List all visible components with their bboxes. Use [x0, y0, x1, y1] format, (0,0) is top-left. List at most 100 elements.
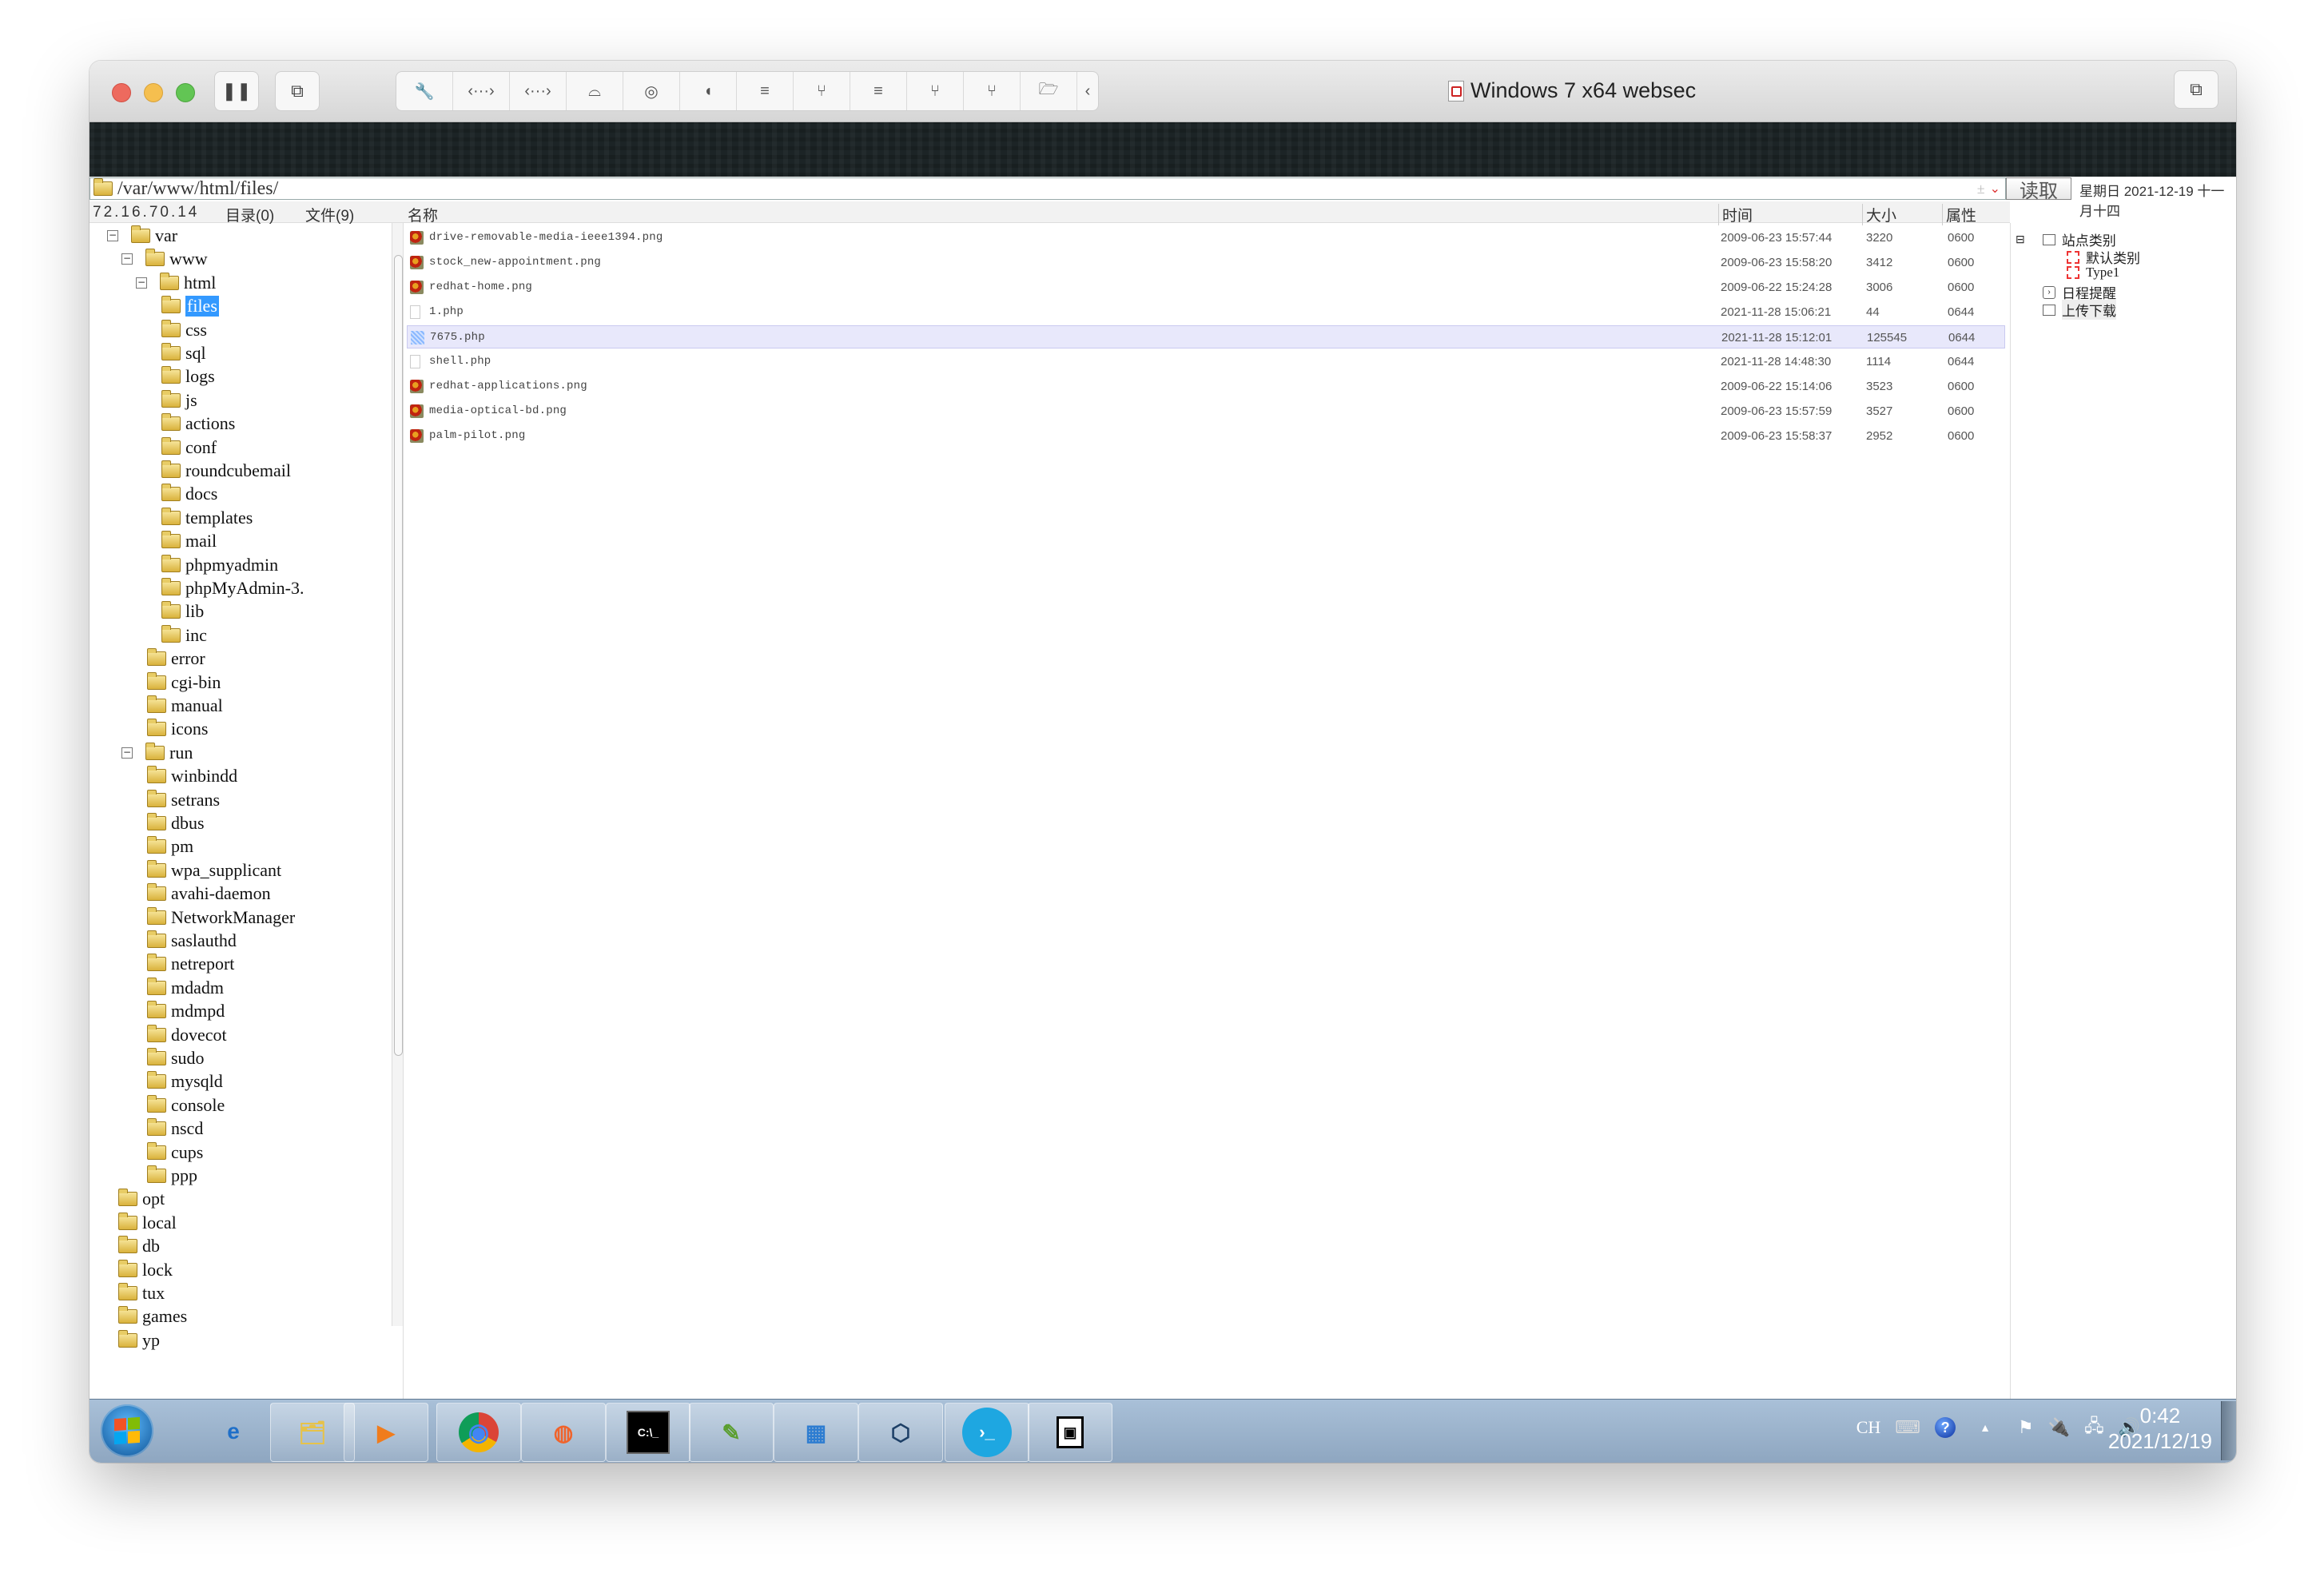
minimize-window-button[interactable] [144, 83, 163, 102]
usb-button[interactable]: ⑂ [907, 72, 964, 110]
path-input[interactable]: /var/www/html/files/ ± ⌄ [90, 177, 2006, 200]
tree-item[interactable]: − html [136, 272, 216, 294]
tree-item[interactable]: opt [118, 1188, 165, 1210]
file-row[interactable]: redhat-applications.png 2009-06-22 15:14:… [407, 375, 2005, 398]
file-row[interactable]: redhat-home.png 2009-06-22 15:24:28 3006 06… [407, 276, 2005, 299]
file-row[interactable]: drive-removable-media-ieee1394.png 2009-0… [407, 226, 2005, 249]
tree-item[interactable]: winbindd [147, 765, 237, 787]
column-name[interactable]: 名称 [408, 204, 438, 225]
tree-item[interactable]: yp [118, 1329, 160, 1352]
tree-item[interactable]: cgi-bin [147, 671, 221, 694]
tree-item[interactable]: lib [161, 600, 204, 623]
show-hidden-icons-arrow[interactable]: ▲ [1980, 1421, 1991, 1434]
upload-download-node[interactable]: 上传下载 [2043, 300, 2116, 320]
tree-item[interactable]: games [118, 1305, 187, 1328]
taskbar-firefox-button[interactable]: ◍ [521, 1403, 606, 1462]
tree-item[interactable]: mdmpd [147, 1000, 225, 1022]
network-adapter-button[interactable]: ‹···› [510, 72, 567, 110]
column-time[interactable]: 时间 [1718, 204, 1753, 225]
shared-folder-button[interactable]: 🗁 [1021, 72, 1077, 110]
tree-item[interactable]: − var [107, 225, 177, 247]
collapse-toggle-icon[interactable]: − [107, 230, 118, 241]
chevron-down-icon[interactable]: ⌄ [1990, 181, 2005, 197]
collapse-chevron-button[interactable]: ‹ [1077, 72, 1098, 110]
tree-item[interactable]: templates [161, 507, 253, 529]
usb-button[interactable]: ⑂ [964, 72, 1021, 110]
taskbar-command-prompt-button[interactable]: C:\_ [606, 1403, 690, 1462]
tree-item[interactable]: db [118, 1235, 160, 1257]
tree-vertical-scrollbar[interactable] [392, 223, 404, 1326]
tree-item[interactable]: sudo [147, 1047, 205, 1069]
tree-item[interactable]: − www [121, 248, 208, 270]
tree-item[interactable]: phpMyAdmin-3. [161, 577, 304, 599]
tree-item[interactable]: actions [161, 412, 235, 435]
sound-button[interactable]: ◖ [680, 72, 737, 110]
tree-item[interactable]: js [161, 389, 197, 412]
close-window-button[interactable] [112, 83, 131, 102]
storage-button[interactable]: ≡ [737, 72, 794, 110]
tree-item[interactable]: conf [161, 436, 217, 459]
tree-item[interactable]: roundcubemail [161, 460, 291, 482]
power-icon[interactable]: 🔌 [2048, 1417, 2070, 1438]
wrench-button[interactable]: 🔧 [396, 72, 453, 110]
tree-item[interactable]: mdadm [147, 977, 224, 999]
zoom-window-button[interactable] [176, 83, 195, 102]
column-size[interactable]: 大小 [1862, 204, 1896, 225]
tree-item[interactable]: css [161, 319, 207, 341]
tree-item[interactable]: pm [147, 835, 193, 858]
tree-item[interactable]: saslauthd [147, 930, 237, 952]
network-adapter-button[interactable]: ‹···› [453, 72, 510, 110]
tree-item[interactable]: netreport [147, 953, 234, 975]
pause-vm-button[interactable]: ❚❚ [214, 71, 259, 111]
file-row[interactable]: stock_new-appointment.png 2009-06-23 15:5… [407, 251, 2005, 274]
tree-item[interactable]: − run [121, 742, 193, 764]
taskbar-remote-desktop-button[interactable]: ▦ [774, 1403, 858, 1462]
taskbar-internet-explorer-button[interactable]: e [192, 1403, 275, 1460]
collapse-toggle-icon[interactable]: − [136, 277, 147, 289]
tree-item[interactable]: dovecot [147, 1024, 227, 1046]
tree-item[interactable]: ppp [147, 1165, 197, 1187]
tree-item[interactable]: logs [161, 365, 215, 388]
file-row[interactable]: 7675.php 2021-11-28 15:12:01 125545 0644 [407, 325, 2005, 348]
taskbar-media-player-button[interactable]: ▶ [344, 1403, 428, 1462]
taskbar-chrome-button[interactable]: ◉ [436, 1403, 521, 1462]
tree-item[interactable]: sql [161, 342, 206, 364]
taskbar-powershell-docker-button[interactable]: ›_ [945, 1403, 1029, 1462]
start-button[interactable] [101, 1404, 153, 1457]
tree-item[interactable]: error [147, 647, 205, 670]
usb-button[interactable]: ⑂ [794, 72, 850, 110]
network-icon[interactable]: 🖧 [2084, 1412, 2104, 1443]
taskbar-antsword-button[interactable]: ▣ [1028, 1403, 1112, 1462]
read-button[interactable]: 读取 [2006, 177, 2071, 202]
fullscreen-toggle-button[interactable]: ⧉ [2174, 70, 2219, 109]
tree-item[interactable]: wpa_supplicant [147, 859, 281, 882]
optical-drive-button[interactable]: ◎ [623, 72, 680, 110]
hard-disk-button[interactable]: ⌓ [567, 72, 623, 110]
file-row[interactable]: 1.php 2021-11-28 15:06:21 44 0644 [407, 301, 2005, 324]
file-row[interactable]: palm-pilot.png 2009-06-23 15:58:37 2952 060… [407, 424, 2005, 448]
keyboard-icon[interactable]: ⌨ [1895, 1417, 1920, 1438]
file-row[interactable]: media-optical-bd.png 2009-06-23 15:57:59 3… [407, 400, 2005, 423]
clock[interactable]: 0:42 2021/12/19 [2108, 1403, 2212, 1454]
tree-item[interactable]: tux [118, 1282, 165, 1304]
taskbar-notepad-plus-button[interactable]: ✎ [689, 1403, 774, 1462]
collapse-toggle-icon[interactable]: − [121, 747, 133, 759]
tree-item[interactable]: docs [161, 483, 217, 505]
tree-item[interactable]: local [118, 1212, 177, 1234]
column-attr[interactable]: 属性 [1942, 204, 1976, 225]
type1-node[interactable]: Type1 [2067, 265, 2119, 281]
tree-item[interactable]: console [147, 1094, 225, 1117]
tree-item[interactable]: icons [147, 718, 208, 740]
plus-minus-icon[interactable]: ± [1972, 181, 1990, 197]
tree-item[interactable]: cups [147, 1141, 203, 1164]
tree-item[interactable]: mail [161, 530, 217, 552]
tree-item[interactable]: phpmyadmin [161, 554, 278, 576]
storage-button[interactable]: ≡ [850, 72, 907, 110]
tree-item[interactable]: files [161, 295, 219, 317]
help-icon[interactable]: ? [1935, 1417, 1956, 1438]
taskbar-virtualbox-button[interactable]: ⬡ [858, 1403, 943, 1462]
language-indicator[interactable]: CH [1856, 1417, 1881, 1438]
tree-item[interactable]: dbus [147, 812, 205, 834]
tree-item[interactable]: manual [147, 695, 223, 717]
tree-item[interactable]: nscd [147, 1117, 203, 1140]
